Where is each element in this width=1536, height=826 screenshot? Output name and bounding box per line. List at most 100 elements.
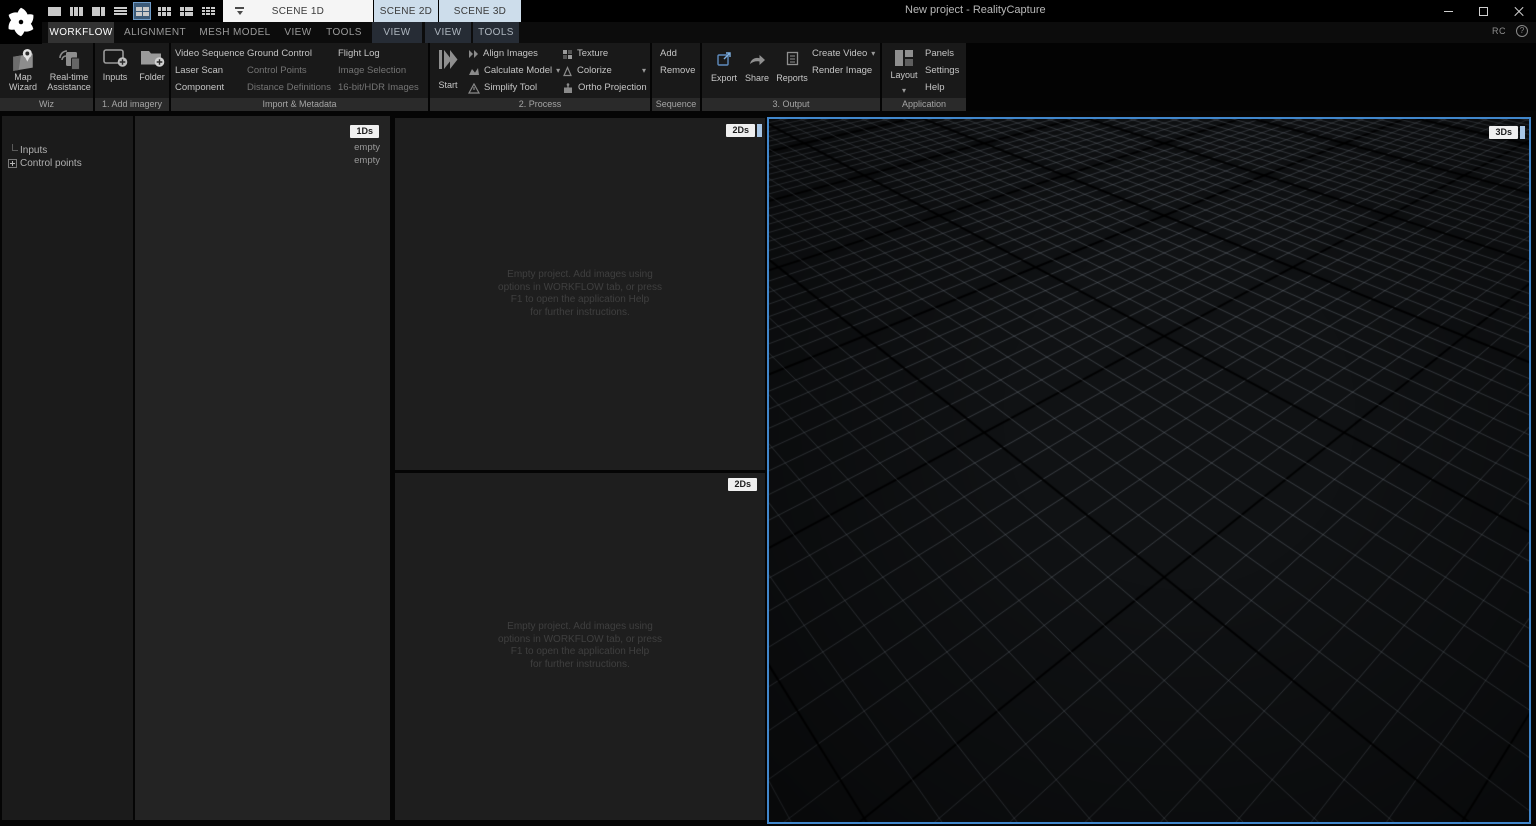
realitycapture-window: SCENE 1D SCENE 2D SCENE 3D New project -… bbox=[0, 0, 1536, 826]
layout-preset-rows-icon[interactable] bbox=[112, 3, 128, 19]
scene-tabs: SCENE 1D SCENE 2D SCENE 3D bbox=[223, 0, 521, 22]
project-tree-panel: Inputs Control points bbox=[2, 116, 133, 820]
tree-item-inputs[interactable]: Inputs bbox=[8, 144, 82, 157]
export-button[interactable]: Export bbox=[708, 45, 740, 98]
layout-button[interactable]: Layout ▾ bbox=[888, 45, 920, 98]
ribbon-group-wiz: Map Wizard Real-time Assistance Wiz bbox=[0, 43, 95, 111]
inputs-button[interactable]: Inputs bbox=[97, 45, 133, 98]
layout-preset-dots-icon[interactable] bbox=[200, 3, 216, 19]
layout-caret-icon[interactable]: ▾ bbox=[902, 86, 906, 95]
ribbon-item-render-image[interactable]: Render Image bbox=[812, 65, 872, 77]
panel-type-badge-2ds[interactable]: 2Ds bbox=[728, 478, 757, 491]
tab-mesh-model[interactable]: MESH MODEL bbox=[196, 22, 274, 43]
ribbon-item-ground-control[interactable]: Ground Control bbox=[247, 48, 312, 60]
share-icon bbox=[742, 45, 772, 69]
share-button[interactable]: Share bbox=[742, 45, 772, 98]
tab-scene-2d[interactable]: SCENE 2D bbox=[374, 0, 438, 22]
restore-button[interactable] bbox=[1466, 0, 1501, 22]
ribbon-item-simplify-tool[interactable]: Simplify Tool bbox=[468, 82, 537, 94]
tab-scene-3d[interactable]: SCENE 3D bbox=[439, 0, 521, 22]
panel-3d-viewport[interactable]: 3Ds bbox=[767, 117, 1531, 824]
ribbon-item-colorize[interactable]: Colorize bbox=[562, 65, 612, 77]
create-video-caret-icon[interactable]: ▾ bbox=[871, 50, 875, 58]
reports-button[interactable]: Reports bbox=[774, 45, 810, 98]
ribbon-item-add[interactable]: Add bbox=[660, 48, 677, 60]
tab-view[interactable]: VIEW bbox=[278, 22, 318, 43]
group-label-process: 2. Process bbox=[430, 98, 650, 111]
1d-empty-row: empty bbox=[354, 142, 380, 153]
ribbon-item-calculate-model[interactable]: Calculate Model ▾ bbox=[468, 65, 560, 77]
ribbon-item-laser-scan[interactable]: Laser Scan bbox=[175, 65, 223, 77]
ribbon-item-video-sequence[interactable]: Video Sequence bbox=[175, 48, 245, 60]
window-controls bbox=[1431, 0, 1536, 22]
ortho-projection-icon bbox=[564, 82, 572, 93]
panel-1d[interactable]: 1Ds empty empty bbox=[135, 116, 390, 820]
3d-viewport-canvas[interactable] bbox=[769, 119, 1529, 822]
ribbon-item-image-selection[interactable]: Image Selection bbox=[338, 65, 406, 77]
layout-preset-single-icon[interactable] bbox=[46, 3, 62, 19]
layout-preset-flag-icon[interactable] bbox=[178, 3, 194, 19]
1d-empty-row: empty bbox=[354, 155, 380, 166]
tab-scene-2d-label: SCENE 2D bbox=[379, 5, 433, 17]
layout-preset-grid-active-icon[interactable] bbox=[133, 2, 151, 20]
empty-project-message: Empty project. Add images using options … bbox=[498, 269, 662, 318]
ribbon-item-align-images[interactable]: Align Images bbox=[468, 48, 538, 60]
map-wizard-button[interactable]: Map Wizard bbox=[2, 45, 44, 98]
ribbon-item-texture[interactable]: Texture bbox=[562, 48, 608, 60]
ribbon-item-component[interactable]: Component bbox=[175, 82, 224, 94]
ribbon-item-control-points[interactable]: Control Points bbox=[247, 65, 307, 77]
ribbon-group-process: Start Align Images Calculate Model ▾ Sim… bbox=[430, 43, 652, 111]
tab-scene3d-view[interactable]: VIEW bbox=[425, 22, 471, 43]
realtime-assistance-button[interactable]: Real-time Assistance bbox=[44, 45, 94, 98]
ribbon-item-16bit-hdr-images[interactable]: 16-bit/HDR Images bbox=[338, 82, 419, 94]
align-images-icon bbox=[469, 50, 478, 58]
ribbon-item-panels[interactable]: Panels bbox=[925, 48, 954, 60]
layout-preset-2col-icon[interactable] bbox=[90, 3, 106, 19]
minimize-button[interactable] bbox=[1431, 0, 1466, 22]
ribbon-group-output: Export Share Reports Create Video ▾ Rend… bbox=[702, 43, 882, 111]
help-icon[interactable]: ? bbox=[1516, 25, 1528, 37]
panel-type-badge-1ds[interactable]: 1Ds bbox=[350, 125, 379, 138]
calculate-model-caret-icon[interactable]: ▾ bbox=[556, 67, 560, 75]
map-wizard-icon bbox=[2, 45, 44, 72]
tab-alignment[interactable]: ALIGNMENT bbox=[122, 22, 188, 43]
pin-ribbon-icon[interactable] bbox=[235, 7, 244, 16]
panel-2d-top[interactable]: 2Ds Empty project. Add images using opti… bbox=[395, 118, 765, 470]
tree-branch-icon bbox=[8, 144, 18, 157]
folder-button[interactable]: Folder bbox=[135, 45, 169, 98]
start-label: Start bbox=[438, 80, 458, 90]
layout-preset-3col-icon[interactable] bbox=[68, 3, 84, 19]
tab-workflow[interactable]: WORKFLOW bbox=[48, 22, 114, 43]
calculate-model-icon bbox=[469, 68, 479, 75]
tree-expand-icon[interactable] bbox=[8, 159, 17, 168]
layout-preset-grid6-icon[interactable] bbox=[156, 3, 172, 19]
panel-badge-strip[interactable] bbox=[757, 124, 762, 137]
ribbon-item-distance-definitions[interactable]: Distance Definitions bbox=[247, 82, 331, 94]
rc-badge: RC bbox=[1492, 26, 1506, 36]
tab-scene-1d[interactable]: SCENE 1D bbox=[223, 0, 373, 22]
app-logo-icon[interactable] bbox=[0, 0, 42, 44]
tab-scene2d-view[interactable]: VIEW bbox=[372, 22, 422, 43]
panel-type-badge-2ds[interactable]: 2Ds bbox=[726, 124, 755, 137]
tab-tools[interactable]: TOOLS bbox=[322, 22, 366, 43]
tree-item-control-points[interactable]: Control points bbox=[8, 157, 82, 170]
ribbon-item-help[interactable]: Help bbox=[925, 82, 945, 94]
ribbon-group-sequence: Add Remove Sequence bbox=[652, 43, 702, 111]
close-icon bbox=[1514, 6, 1524, 16]
empty-project-message: Empty project. Add images using options … bbox=[498, 621, 662, 670]
close-button[interactable] bbox=[1501, 0, 1536, 22]
ribbon-item-remove[interactable]: Remove bbox=[660, 65, 695, 77]
ribbon-item-flight-log[interactable]: Flight Log bbox=[338, 48, 380, 60]
minimize-icon bbox=[1444, 10, 1453, 12]
titlebar: SCENE 1D SCENE 2D SCENE 3D New project -… bbox=[0, 0, 1536, 44]
colorize-caret-icon[interactable]: ▾ bbox=[642, 67, 646, 75]
tab-scene3d-tools[interactable]: TOOLS bbox=[473, 22, 519, 43]
ribbon-item-ortho-projection[interactable]: Ortho Projection bbox=[562, 82, 647, 94]
ribbon-item-settings[interactable]: Settings bbox=[925, 65, 959, 77]
panel-badge-strip[interactable] bbox=[1520, 126, 1525, 139]
start-button[interactable]: Start bbox=[434, 45, 462, 98]
panel-type-badge-3ds[interactable]: 3Ds bbox=[1489, 126, 1518, 139]
export-label: Export bbox=[710, 73, 737, 83]
panel-2d-bottom[interactable]: 2Ds Empty project. Add images using opti… bbox=[395, 473, 765, 820]
ribbon-item-create-video[interactable]: Create Video ▾ bbox=[812, 48, 875, 60]
